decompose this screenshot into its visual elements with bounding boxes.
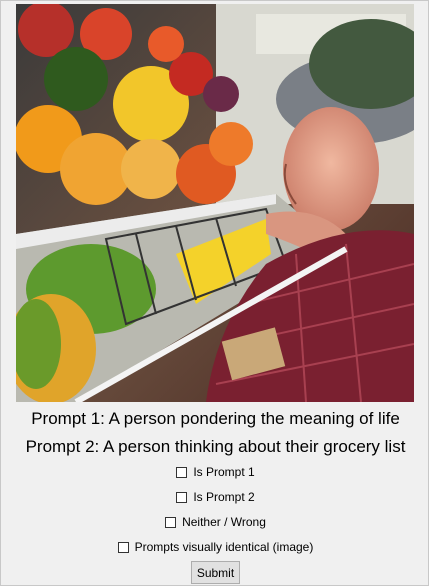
checkbox-is-prompt-2[interactable]: [176, 491, 188, 503]
app-window: Prompt 1: A person pondering the meaning…: [0, 0, 429, 586]
option-is-prompt-2[interactable]: Is Prompt 2: [1, 489, 429, 505]
prompt-2-text: Prompt 2: A person thinking about their …: [25, 437, 406, 456]
checkbox-neither-wrong[interactable]: [165, 516, 177, 528]
option-label: Is Prompt 2: [193, 490, 255, 504]
option-prompts-identical[interactable]: Prompts visually identical (image): [1, 539, 429, 555]
prompt-1-text: Prompt 1: A person pondering the meaning…: [31, 409, 400, 428]
option-label: Is Prompt 1: [193, 465, 255, 479]
option-label: Neither / Wrong: [182, 515, 266, 529]
option-label: Prompts visually identical (image): [134, 540, 314, 554]
checkbox-prompts-identical[interactable]: [117, 541, 129, 553]
option-is-prompt-1[interactable]: Is Prompt 1: [1, 464, 429, 480]
checkbox-is-prompt-1[interactable]: [176, 466, 188, 478]
submit-button[interactable]: Submit: [191, 561, 240, 584]
option-neither-wrong[interactable]: Neither / Wrong: [1, 514, 429, 530]
generated-image: [16, 4, 414, 402]
